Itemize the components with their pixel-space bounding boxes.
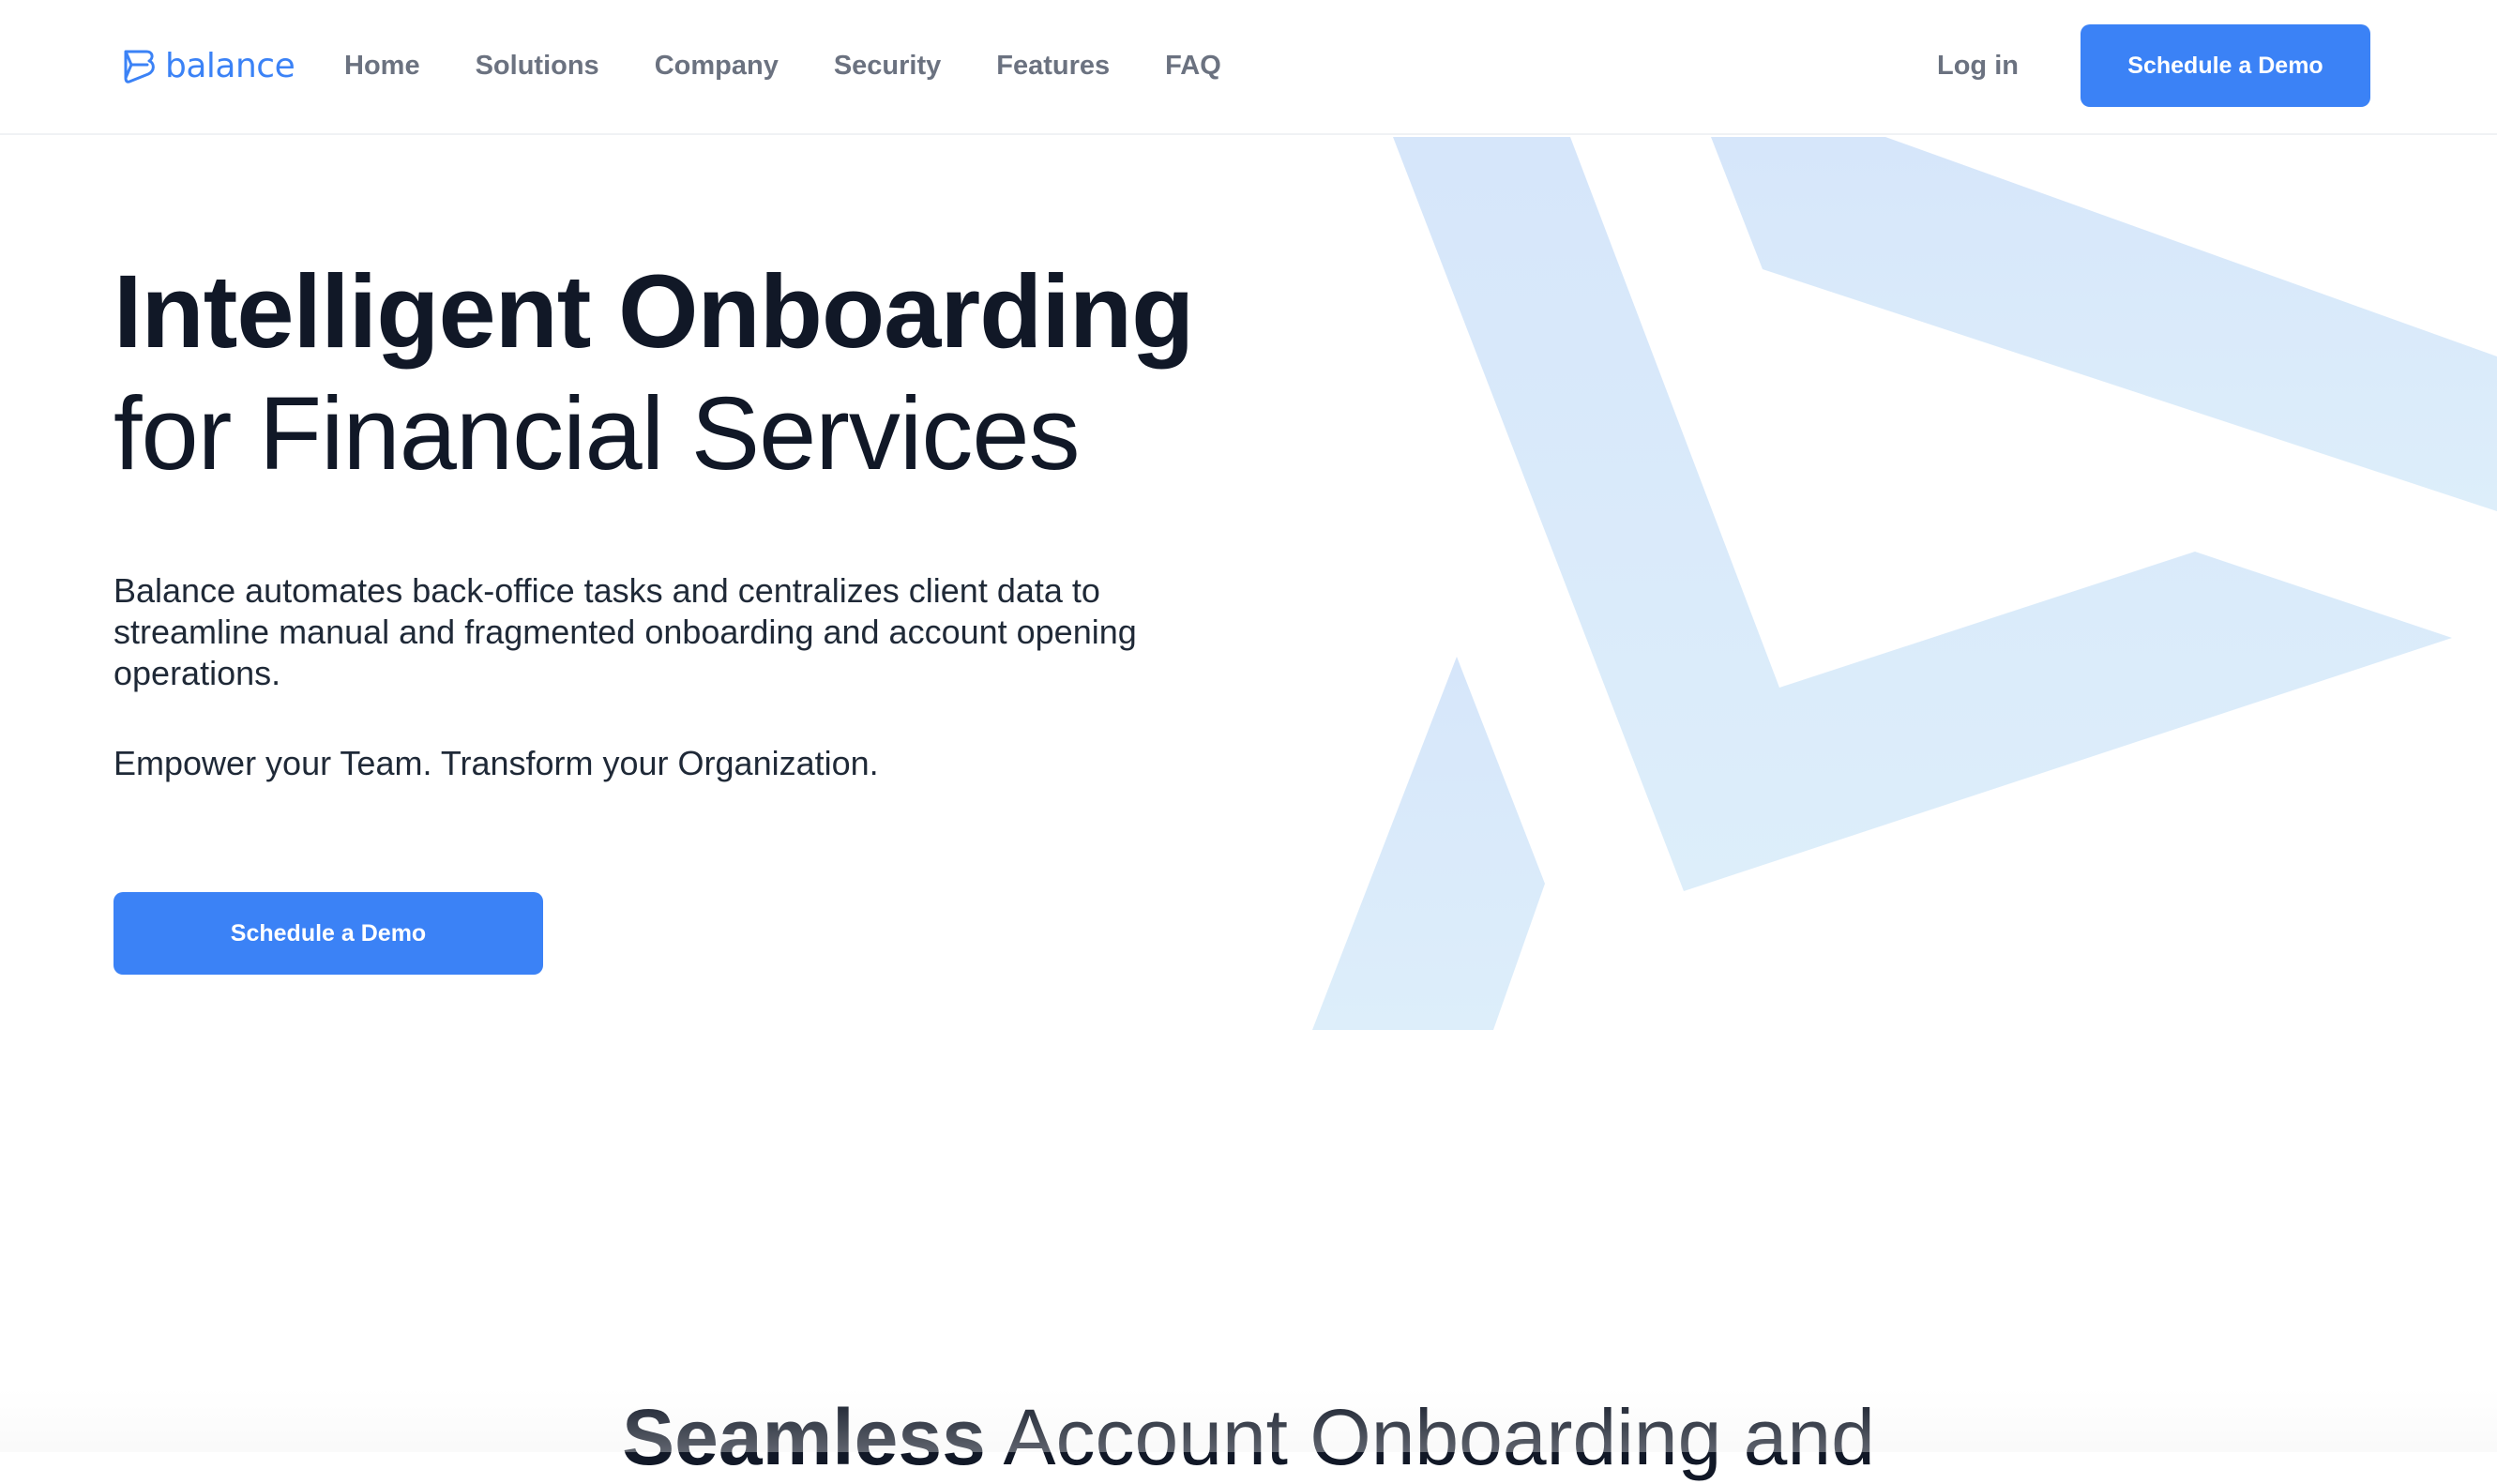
hero-title-bold: Intelligent Onboarding (114, 254, 1194, 370)
nav-item-features[interactable]: Features (996, 47, 1110, 84)
hero-schedule-demo-button[interactable]: Schedule a Demo (114, 892, 543, 975)
nav-item-security[interactable]: Security (834, 47, 941, 84)
site-header: balance Home Solutions Company Security … (0, 0, 2497, 135)
logo-text: balance (165, 47, 295, 85)
hero-title-regular: for Financial Services (114, 376, 1080, 492)
balance-logo-icon (122, 49, 158, 84)
nav-item-solutions[interactable]: Solutions (476, 47, 599, 84)
main-nav: Home Solutions Company Security Features… (344, 47, 1277, 84)
hero-tagline: Empower your Team. Transform your Organi… (114, 744, 879, 782)
hero-background-shape (1312, 137, 2497, 1030)
section-title-bold: Seamless (622, 1393, 986, 1481)
nav-item-home[interactable]: Home (344, 47, 420, 84)
section-title: Seamless Account Onboarding and (0, 1390, 2497, 1484)
login-link[interactable]: Log in (1937, 47, 2019, 84)
bg-shape-main-stroke (1393, 137, 2452, 891)
nav-item-faq[interactable]: FAQ (1165, 47, 1221, 84)
nav-item-company[interactable]: Company (655, 47, 779, 84)
logo-link[interactable]: balance (122, 45, 295, 88)
bg-shape-lower-triangle (1312, 657, 1545, 1030)
bg-shape-upper-band (1711, 137, 2497, 511)
header-schedule-demo-button[interactable]: Schedule a Demo (2081, 24, 2370, 107)
hero-description: Balance automates back-office tasks and … (114, 571, 1137, 692)
section-title-regular: Account Onboarding and (1003, 1393, 1875, 1481)
